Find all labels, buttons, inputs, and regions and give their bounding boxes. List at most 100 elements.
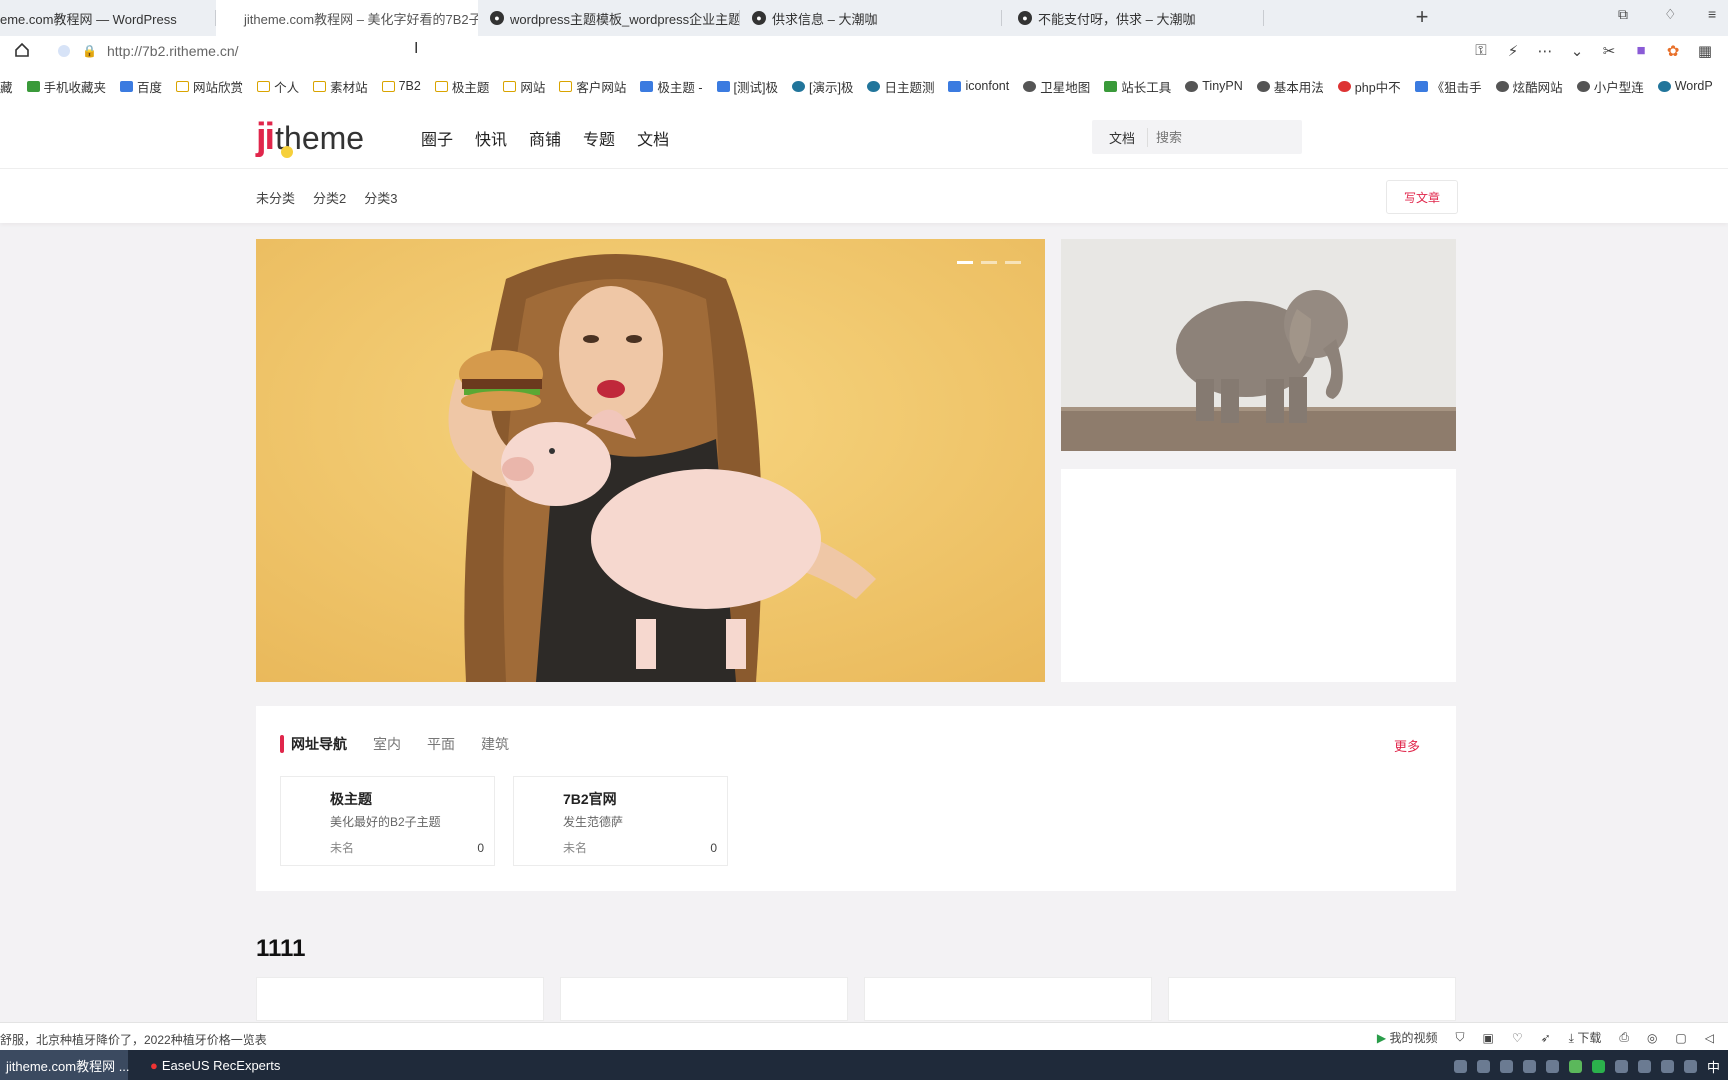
insecure-icon[interactable]: 🔒 <box>82 44 97 58</box>
bookmark-item[interactable]: 卫星地图 <box>1023 77 1090 96</box>
translate-icon[interactable]: ■ <box>1632 42 1650 60</box>
image-icon[interactable]: ▣ <box>1483 1031 1494 1045</box>
scissors-icon[interactable]: ✂ <box>1600 42 1618 60</box>
nav-item-topics[interactable]: 专题 <box>583 126 615 150</box>
url-field[interactable]: http://7b2.ritheme.cn/ <box>107 43 239 59</box>
browser-tab[interactable]: ● 不能支付呀，供求 – 大潮咖 <box>1002 0 1264 36</box>
tray-app-icon[interactable] <box>1476 1060 1490 1073</box>
bookmark-item[interactable]: 客户网站 <box>559 77 626 96</box>
write-article-button[interactable]: 写文章 <box>1386 180 1458 214</box>
tab-architecture[interactable]: 建筑 <box>481 734 509 754</box>
chevron-down-icon[interactable]: ⌄ <box>1568 42 1586 60</box>
browser-tab-active[interactable]: jitheme.com教程网 – 美化字好看的7B2子主题 <box>216 0 478 37</box>
ime-indicator[interactable]: 中 <box>1707 1057 1720 1076</box>
taskbar-browser[interactable]: jitheme.com教程网 ... <box>0 1050 130 1080</box>
tab-interior[interactable]: 室内 <box>373 734 401 754</box>
browser-tab[interactable]: ● 供求信息 – 大潮咖 <box>740 0 1002 36</box>
my-video-button[interactable]: ▶ 我的视频 <box>1377 1029 1438 1046</box>
shield-icon[interactable]: ⛉ <box>1455 1030 1464 1045</box>
site-info-icon[interactable] <box>58 45 70 57</box>
rocket-icon[interactable]: ➶ <box>1541 1031 1551 1045</box>
link-card[interactable]: 极主题 美化最好的B2子主题 未名 0 <box>280 776 495 866</box>
bookmark-item[interactable]: TinyPN <box>1185 79 1243 93</box>
bookmark-item[interactable]: WordP <box>1657 79 1713 93</box>
bookmark-item[interactable]: [演示]极 <box>791 77 853 96</box>
network-icon[interactable] <box>1637 1060 1651 1073</box>
more-icon[interactable]: ⋯ <box>1536 42 1554 60</box>
taskbar-recorder[interactable]: ● EaseUS RecExperts <box>136 1050 280 1080</box>
bookmark-item[interactable]: iconfont <box>948 79 1009 93</box>
microphone-icon[interactable] <box>1522 1060 1536 1073</box>
browser-tab[interactable]: eme.com教程网 — WordPress <box>0 0 216 36</box>
nav-item-shop[interactable]: 商铺 <box>529 126 561 150</box>
bookmark-item[interactable]: 《狙击手 <box>1414 77 1482 96</box>
heart-icon[interactable]: ♡ <box>1512 1031 1523 1045</box>
bookmark-item[interactable]: 小户型连 <box>1576 77 1644 96</box>
print-icon[interactable]: ⎙ <box>1619 1030 1629 1045</box>
wechat-icon[interactable] <box>1591 1060 1605 1073</box>
hero-slider[interactable] <box>256 239 1045 682</box>
apps-grid-icon[interactable]: ▦ <box>1696 42 1714 60</box>
sound-icon[interactable] <box>1660 1060 1674 1073</box>
tray-app-icon[interactable] <box>1499 1060 1513 1073</box>
bookmark-item[interactable]: [测试]极 <box>716 77 778 96</box>
nav-item-docs[interactable]: 文档 <box>637 126 669 150</box>
category-3[interactable]: 分类3 <box>364 188 397 207</box>
link-card[interactable]: 7B2官网 发生范德萨 未名 0 <box>513 776 728 866</box>
bookmark-item[interactable]: 站长工具 <box>1104 77 1171 96</box>
bookmark-item[interactable]: 极主题 - <box>640 77 703 96</box>
tray-app-icon[interactable] <box>1568 1060 1582 1073</box>
tab-graphic[interactable]: 平面 <box>427 734 455 754</box>
category-2[interactable]: 分类2 <box>313 188 346 207</box>
bookmark-item[interactable]: 手机收藏夹 <box>26 77 106 96</box>
bookmark-item[interactable]: 百度 <box>120 77 162 96</box>
bookmark-item[interactable]: 炫酷网站 <box>1495 77 1563 96</box>
bookmark-item[interactable]: 个人 <box>257 77 299 96</box>
bookmark-item[interactable]: 7B2 <box>381 79 421 93</box>
more-link[interactable]: 更多 <box>1394 736 1420 755</box>
bookmark-item[interactable]: php中不 <box>1337 77 1401 96</box>
shirt-icon[interactable]: ♢ <box>1664 6 1677 23</box>
download-button[interactable]: ⤓ 下载 <box>1569 1029 1602 1046</box>
slider-dot[interactable] <box>1005 261 1021 264</box>
new-tab-button[interactable]: + <box>1408 4 1436 30</box>
slider-dot[interactable] <box>957 261 973 264</box>
qq-icon[interactable] <box>1614 1060 1628 1073</box>
bookmark-item[interactable]: 日主题测 <box>867 77 934 96</box>
bookmark-item[interactable]: 网站 <box>503 77 545 96</box>
side-feature-image[interactable] <box>1061 239 1456 451</box>
post-card[interactable] <box>256 977 544 1021</box>
nav-item-news[interactable]: 快讯 <box>475 126 507 150</box>
category-uncategorized[interactable]: 未分类 <box>256 188 295 207</box>
bookmark-item[interactable]: 网站欣赏 <box>176 77 243 96</box>
bookmark-item[interactable]: 藏 <box>0 77 13 96</box>
bookmark-item[interactable]: 素材站 <box>313 77 368 96</box>
tab-count-icon[interactable]: ⧉ <box>1618 6 1628 23</box>
logo-dot <box>281 146 293 158</box>
bookmark-item[interactable]: 极主题 <box>434 77 489 96</box>
slider-dot[interactable] <box>981 261 997 264</box>
bookmark-item[interactable]: 基本用法 <box>1256 77 1324 96</box>
post-card[interactable] <box>1168 977 1456 1021</box>
tray-app-icon[interactable] <box>1453 1060 1467 1073</box>
post-card[interactable] <box>560 977 848 1021</box>
status-news-text[interactable]: 舒服，北京种植牙降价了，2022种植牙价格一览表 <box>0 1031 267 1048</box>
nav-item-circle[interactable]: 圈子 <box>421 126 453 150</box>
tab-title: eme.com教程网 — WordPress <box>0 11 177 27</box>
tray-app-icon[interactable] <box>1545 1060 1559 1073</box>
site-logo[interactable]: ji theme <box>256 116 364 159</box>
menu-icon[interactable]: ≡ <box>1708 6 1716 22</box>
extension-icon[interactable]: ✿ <box>1664 42 1682 60</box>
monitor-icon[interactable] <box>1683 1060 1697 1073</box>
lightning-icon[interactable]: ⚡ <box>1504 42 1522 60</box>
browser-tab[interactable]: ● wordpress主题模板_wordpress企业主题_wo <box>478 0 740 36</box>
volume-icon[interactable]: ◁ <box>1705 1031 1714 1045</box>
home-icon[interactable] <box>14 42 30 58</box>
window-icon[interactable]: ▢ <box>1675 1031 1686 1045</box>
key-icon[interactable]: ⚿ <box>1472 42 1490 60</box>
search-scope[interactable]: 文档 <box>1092 127 1149 147</box>
post-card[interactable] <box>864 977 1152 1021</box>
screenshot-icon[interactable]: ◎ <box>1647 1031 1657 1045</box>
search-input[interactable] <box>1148 128 1289 146</box>
tab-link-nav[interactable]: 网址导航 <box>280 734 347 754</box>
